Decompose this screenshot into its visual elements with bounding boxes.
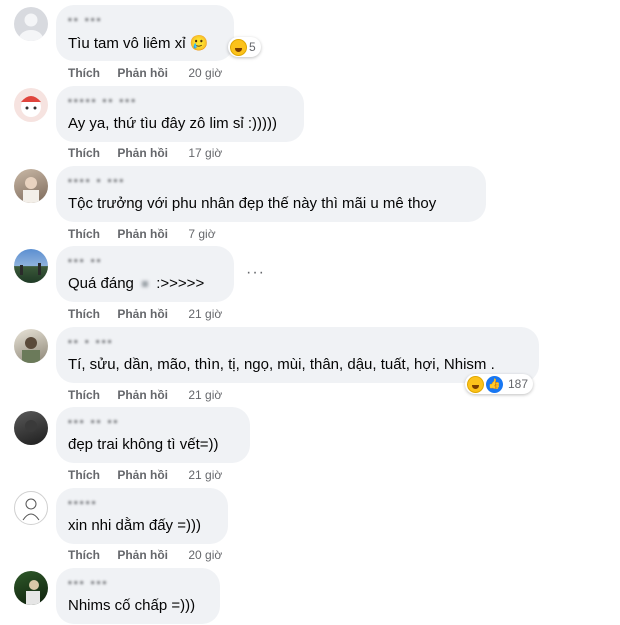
- like-link[interactable]: Thích: [68, 468, 100, 482]
- commenter-name[interactable]: ▪▪▪▪ ▪ ▪▪▪: [68, 175, 125, 187]
- haha-reaction-icon: [230, 38, 247, 56]
- timestamp[interactable]: 21 giờ: [188, 468, 222, 482]
- commenter-name[interactable]: ▪▪▪ ▪▪ ▪▪: [68, 416, 119, 428]
- comment-actions: Thích Phản hồi 20 giờ: [68, 66, 236, 80]
- comment-text: xin nhi dằm đấy =))): [68, 517, 201, 534]
- reply-link[interactable]: Phản hồi: [117, 548, 168, 562]
- commenter-name[interactable]: ▪▪▪▪▪ ▪▪ ▪▪▪: [68, 95, 137, 107]
- reaction-count: 5: [249, 40, 256, 54]
- more-options-icon[interactable]: ···: [246, 264, 265, 282]
- reply-link[interactable]: Phản hồi: [117, 388, 168, 402]
- timestamp[interactable]: 20 giờ: [188, 548, 222, 562]
- timestamp[interactable]: 21 giờ: [188, 388, 222, 402]
- reaction-count: 187: [508, 377, 529, 391]
- avatar[interactable]: [14, 249, 48, 283]
- comment-bubble: ▪▪▪ ▪▪▪ Nhims cố chấp =))): [56, 568, 220, 624]
- like-link[interactable]: Thích: [68, 66, 100, 80]
- comment-actions: Thích Phản hồi 21 giờ: [68, 307, 236, 321]
- reaction-summary[interactable]: 5: [228, 37, 261, 57]
- reply-link[interactable]: Phản hồi: [117, 307, 168, 321]
- avatar[interactable]: [14, 491, 48, 525]
- default-profile-icon: [19, 13, 43, 41]
- commenter-name[interactable]: ▪▪▪ ▪▪▪: [68, 577, 108, 589]
- avatar[interactable]: [14, 88, 48, 122]
- avatar[interactable]: [14, 169, 48, 203]
- comment-text-main: Quá đáng: [68, 275, 134, 292]
- photo-avatar-icon: [22, 337, 40, 363]
- avatar[interactable]: [14, 7, 48, 41]
- timestamp[interactable]: 7 giờ: [188, 227, 215, 241]
- comment-bubble: ▪▪▪ ▪▪ ▪▪ đẹp trai không tì vết=)): [56, 407, 250, 463]
- commenter-name[interactable]: ▪▪▪▪▪: [68, 497, 98, 509]
- photo-avatar-icon: [26, 580, 40, 605]
- sketch-avatar-icon: [22, 498, 40, 521]
- avatar[interactable]: [14, 411, 48, 445]
- landscape-avatar-icon: [20, 263, 41, 275]
- comment-actions: Thích Phản hồi 17 giờ: [68, 146, 236, 160]
- like-link[interactable]: Thích: [68, 227, 100, 241]
- comment-bubble: ▪▪▪▪ ▪ ▪▪▪ Tộc trưởng với phu nhân đẹp t…: [56, 166, 486, 222]
- timestamp[interactable]: 17 giờ: [188, 146, 222, 160]
- like-link[interactable]: Thích: [68, 146, 100, 160]
- avatar[interactable]: [14, 329, 48, 363]
- reply-link[interactable]: Phản hồi: [117, 227, 168, 241]
- like-link[interactable]: Thích: [68, 548, 100, 562]
- comment-actions: Thích Phản hồi 7 giờ: [68, 227, 230, 241]
- comment-bubble: ▪▪▪ ▪▪ Quá đáng :>>>>>: [56, 246, 234, 302]
- reply-link[interactable]: Phản hồi: [117, 66, 168, 80]
- photo-avatar-icon: [23, 177, 39, 203]
- reply-link[interactable]: Phản hồi: [117, 146, 168, 160]
- reaction-summary[interactable]: 👍 187: [465, 374, 534, 394]
- comment-text-suffix: :>>>>>: [156, 275, 205, 292]
- photo-avatar-icon: [25, 420, 37, 432]
- cartoon-avatar-icon: [21, 96, 41, 117]
- avatar[interactable]: [14, 571, 48, 605]
- comment-bubble: ▪▪▪▪▪ xin nhi dằm đấy =))): [56, 488, 228, 544]
- comment-text: Tí, sửu, dần, mão, thìn, tị, ngọ, mùi, t…: [68, 356, 495, 373]
- timestamp[interactable]: 21 giờ: [188, 307, 222, 321]
- timestamp[interactable]: 20 giờ: [188, 66, 222, 80]
- commenter-name[interactable]: ▪▪ ▪ ▪▪▪: [68, 336, 114, 348]
- comment-text: đẹp trai không tì vết=)): [68, 436, 219, 453]
- comment-actions: Thích Phản hồi 21 giờ: [68, 388, 236, 402]
- comment-bubble: ▪▪ ▪▪▪ Tìu tam vô liêm xỉ 🥲: [56, 5, 234, 61]
- haha-reaction-icon: [467, 375, 484, 393]
- comment-text: Nhims cố chấp =))): [68, 597, 196, 614]
- like-reaction-icon: 👍: [486, 375, 503, 393]
- comment-bubble: ▪▪▪▪▪ ▪▪ ▪▪▪ Ay ya, thứ tìu đây zô lim s…: [56, 86, 304, 142]
- redacted-emoji: [142, 281, 149, 288]
- reply-link[interactable]: Phản hồi: [117, 468, 168, 482]
- commenter-name[interactable]: ▪▪▪ ▪▪: [68, 255, 103, 267]
- comment-actions: Thích Phản hồi 21 giờ: [68, 468, 236, 482]
- commenter-name[interactable]: ▪▪ ▪▪▪: [68, 14, 103, 26]
- comment-text: Tộc trưởng với phu nhân đẹp thế này thì …: [68, 195, 437, 212]
- comment-text: Tìu tam vô liêm xỉ 🥲: [68, 35, 209, 52]
- like-link[interactable]: Thích: [68, 307, 100, 321]
- comment-actions: Thích Phản hồi 20 giờ: [68, 548, 236, 562]
- like-link[interactable]: Thích: [68, 388, 100, 402]
- comment-text: Quá đáng :>>>>>: [68, 275, 204, 292]
- comment-text: Ay ya, thứ tìu đây zô lim sỉ :))))): [68, 115, 277, 132]
- comment-bubble: ▪▪ ▪ ▪▪▪ Tí, sửu, dần, mão, thìn, tị, ng…: [56, 327, 539, 383]
